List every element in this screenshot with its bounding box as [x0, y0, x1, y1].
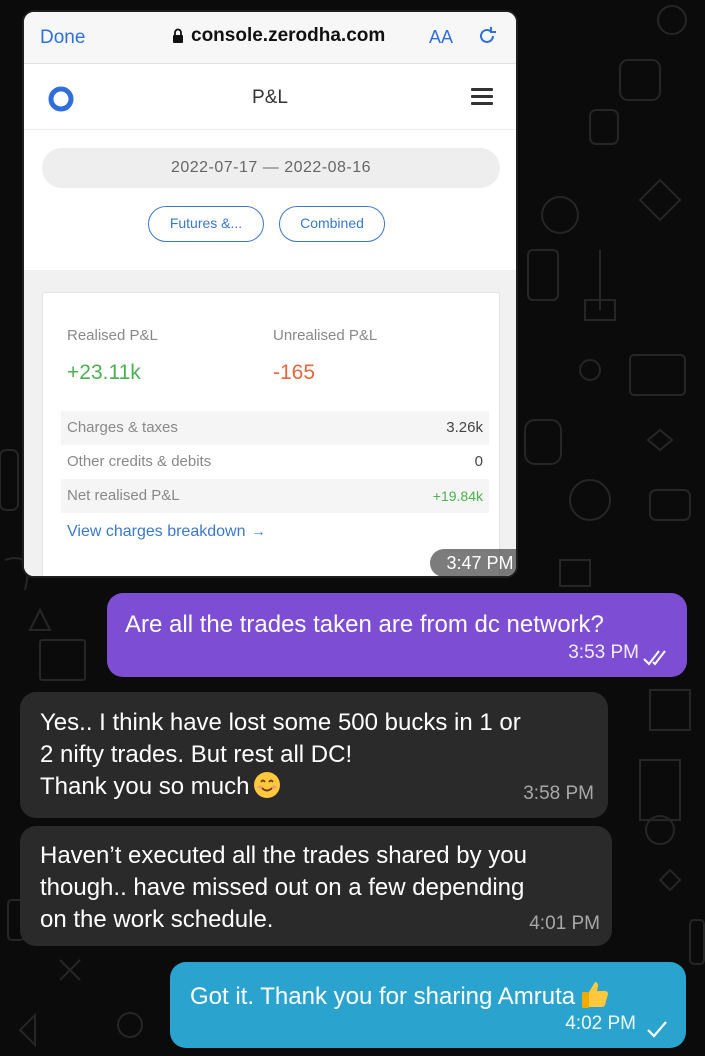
message-time: 3:53 PM — [568, 642, 639, 663]
thumbs-up-emoji-icon — [582, 982, 609, 1008]
message-line: Haven’t executed all the trades shared b… — [40, 842, 527, 869]
double-check-icon — [643, 650, 666, 666]
message-text: Are all the trades taken are from dc net… — [125, 611, 604, 638]
smiling-face-emoji-icon — [254, 772, 281, 798]
net-realised-row: Net realised P&L +19.84k — [61, 479, 489, 513]
segment-combined-button[interactable]: Combined — [279, 206, 385, 242]
outgoing-message-bubble[interactable]: Got it. Thank you for sharing Amruta 4:0… — [170, 962, 686, 1048]
pnl-summary-card: Realised P&L +23.11k Unrealised P&L -165… — [42, 292, 500, 576]
charges-label: Charges & taxes — [67, 419, 178, 436]
message-line: Got it. Thank you for sharing Amruta — [190, 983, 576, 1010]
message-time: 3:58 PM — [523, 783, 594, 804]
message-line: 2 nifty trades. But rest all DC! — [40, 741, 353, 768]
outgoing-message-bubble[interactable]: Are all the trades taken are from dc net… — [107, 593, 687, 677]
hamburger-menu-icon[interactable] — [471, 88, 493, 106]
message-time: 4:01 PM — [529, 913, 600, 934]
message-text: Yes.. I think have lost some 500 bucks i… — [40, 707, 600, 803]
realised-pnl-label: Realised P&L — [67, 327, 158, 344]
message-line: Thank you so much — [40, 773, 250, 800]
charges-value: 3.26k — [446, 419, 483, 436]
charges-row: Charges & taxes 3.26k — [61, 411, 489, 445]
text-size-button[interactable]: AA — [429, 27, 453, 48]
net-realised-label: Net realised P&L — [67, 487, 180, 504]
realised-pnl-value: +23.11k — [67, 361, 141, 384]
incoming-message-bubble[interactable]: Haven’t executed all the trades shared b… — [20, 826, 612, 946]
address-bar[interactable]: console.zerodha.com — [172, 25, 385, 47]
lock-icon — [173, 28, 183, 43]
message-time: 4:02 PM — [565, 1013, 636, 1034]
browser-bar: Done console.zerodha.com AA — [24, 12, 516, 64]
page-title: P&L — [252, 87, 288, 108]
check-icon — [647, 1021, 667, 1038]
message-line: though.. have missed out on a few depend… — [40, 874, 525, 901]
app-header: P&L — [24, 64, 516, 130]
message-line: on the work schedule. — [40, 906, 274, 933]
view-charges-breakdown-link[interactable]: View charges breakdown → — [67, 523, 265, 541]
message-line: Yes.. I think have lost some 500 bucks i… — [40, 709, 521, 736]
reload-icon[interactable] — [476, 25, 498, 47]
incoming-message-bubble[interactable]: Yes.. I think have lost some 500 bucks i… — [20, 692, 608, 818]
date-range-picker[interactable]: 2022-07-17 — 2022-08-16 — [42, 148, 500, 188]
message-text: Haven’t executed all the trades shared b… — [40, 840, 600, 936]
net-realised-value: +19.84k — [432, 488, 483, 504]
unrealised-pnl-label: Unrealised P&L — [273, 327, 378, 344]
image-message[interactable]: Done console.zerodha.com AA P&L 2022-07-… — [22, 10, 518, 578]
message-text: Got it. Thank you for sharing Amruta — [190, 978, 611, 1013]
other-credits-row: Other credits & debits 0 — [61, 445, 489, 479]
other-credits-value: 0 — [474, 453, 483, 470]
url-text: console.zerodha.com — [191, 25, 386, 46]
charges-link-label: View charges breakdown — [67, 523, 246, 540]
arrow-right-icon: → — [251, 523, 266, 539]
done-button[interactable]: Done — [40, 27, 85, 49]
image-timestamp: 3:47 PM — [430, 549, 516, 576]
unrealised-pnl-value: -165 — [273, 361, 316, 384]
other-credits-label: Other credits & debits — [67, 453, 212, 470]
filters: 2022-07-17 — 2022-08-16 Futures &... Com… — [24, 130, 516, 270]
segment-futures-button[interactable]: Futures &... — [148, 206, 264, 242]
pnl-summary-area: Realised P&L +23.11k Unrealised P&L -165… — [24, 270, 516, 576]
